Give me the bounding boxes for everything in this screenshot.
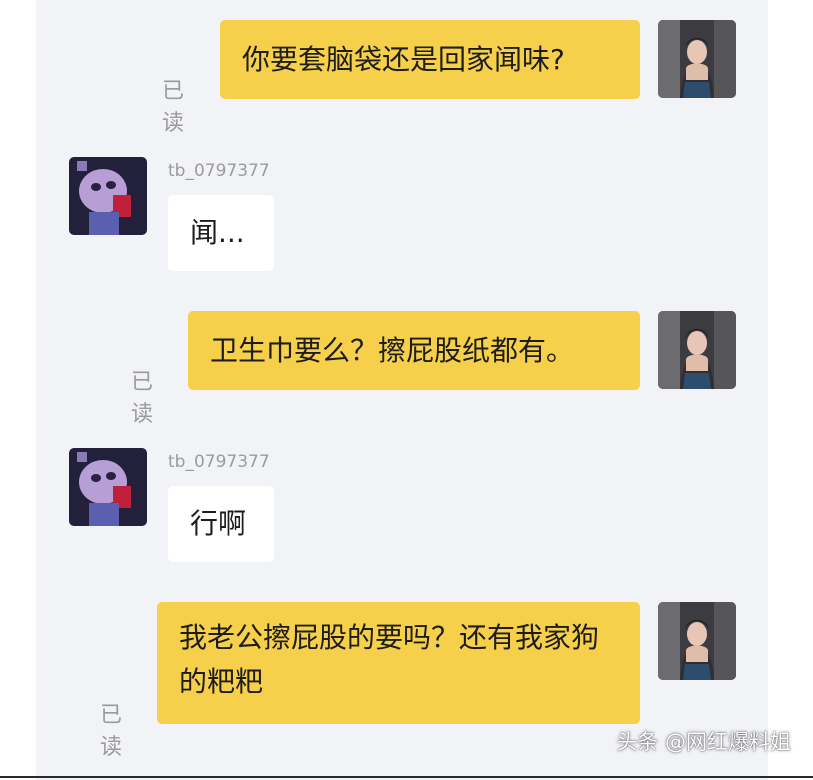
watermark-text: 头条 @网红爆料姐 (616, 730, 791, 754)
contact-avatar[interactable] (69, 157, 147, 235)
message-bubble[interactable]: 你要套脑袋还是回家闻味? (220, 20, 640, 99)
cartoon-character-icon (69, 448, 147, 526)
contact-avatar[interactable] (69, 448, 147, 526)
read-receipt: 已读 (162, 79, 185, 136)
sender-name: tb_0797377 (168, 161, 270, 181)
my-avatar[interactable] (658, 602, 736, 680)
woman-portrait-icon (658, 311, 736, 389)
bottom-divider (0, 776, 813, 778)
sender-name: tb_0797377 (168, 452, 270, 472)
message-bubble[interactable]: 我老公擦屁股的要吗？还有我家狗的粑粑 (157, 602, 640, 724)
woman-portrait-icon (658, 602, 736, 680)
read-receipt: 已读 (131, 370, 154, 427)
my-avatar[interactable] (658, 20, 736, 98)
cartoon-character-icon (69, 157, 147, 235)
read-receipt: 已读 (100, 703, 123, 760)
woman-portrait-icon (658, 20, 736, 98)
screenshot-canvas: 已读 你要套脑袋还是回家闻味? tb_0797377 闻... 已读 卫生巾要么… (0, 0, 813, 780)
my-avatar[interactable] (658, 311, 736, 389)
message-bubble[interactable]: 卫生巾要么？擦屁股纸都有。 (188, 311, 640, 390)
message-bubble[interactable]: 闻... (168, 195, 274, 271)
message-bubble[interactable]: 行啊 (168, 486, 274, 562)
